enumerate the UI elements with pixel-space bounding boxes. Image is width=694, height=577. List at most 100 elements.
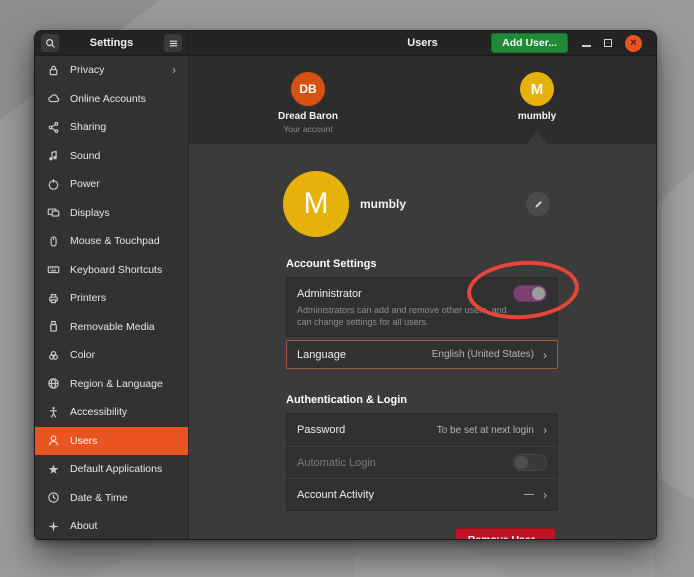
share-icon bbox=[47, 121, 60, 134]
sidebar-item-label: Default Applications bbox=[70, 463, 162, 475]
sidebar-item-label: Region & Language bbox=[70, 378, 163, 390]
sidebar-item-label: Power bbox=[70, 178, 100, 190]
account-activity-row[interactable]: Account Activity — › bbox=[287, 478, 557, 510]
sidebar-item-label: About bbox=[70, 520, 97, 532]
add-user-button[interactable]: Add User... bbox=[491, 33, 568, 53]
chevron-right-icon: › bbox=[172, 63, 176, 77]
sidebar-item-privacy[interactable]: Privacy › bbox=[35, 56, 188, 85]
remove-user-button[interactable]: Remove User... bbox=[455, 528, 556, 540]
sidebar-item-label: Accessibility bbox=[70, 406, 127, 418]
account-chip-mumbly[interactable]: M mumbly bbox=[477, 72, 597, 122]
password-label: Password bbox=[297, 424, 345, 436]
window-controls: × bbox=[582, 34, 642, 52]
account-activity-value: — bbox=[524, 489, 534, 500]
sidebar-item-region-language[interactable]: Region & Language bbox=[35, 370, 188, 399]
sidebar-item-users[interactable]: Users bbox=[35, 427, 188, 456]
app-title: Settings bbox=[90, 37, 133, 49]
edit-name-button[interactable] bbox=[526, 192, 550, 216]
password-row[interactable]: Password To be set at next login › bbox=[287, 414, 557, 446]
profile-avatar[interactable]: M bbox=[283, 171, 349, 237]
sidebar-item-label: Users bbox=[70, 435, 97, 447]
toggle-knob bbox=[532, 287, 545, 300]
users-panel: DB Dread Baron Your account M mumbly M m… bbox=[189, 56, 656, 540]
sidebar-item-default-applications[interactable]: Default Applications bbox=[35, 455, 188, 484]
sidebar-item-color[interactable]: Color bbox=[35, 341, 188, 370]
account-subtitle: Your account bbox=[248, 124, 368, 134]
auth-login-heading: Authentication & Login bbox=[286, 394, 558, 406]
minimize-icon bbox=[582, 45, 591, 47]
sidebar-item-label: Privacy bbox=[70, 64, 104, 76]
avatar: DB bbox=[291, 72, 325, 106]
clock-icon bbox=[47, 491, 60, 504]
profile-name: mumbly bbox=[360, 197, 406, 211]
administrator-description: Administrators can add and remove other … bbox=[297, 305, 507, 328]
account-name: Dread Baron bbox=[248, 111, 368, 122]
administrator-label: Administrator bbox=[297, 288, 362, 300]
sidebar-item-removable-media[interactable]: Removable Media bbox=[35, 313, 188, 342]
music-note-icon bbox=[47, 149, 60, 162]
selected-account-caret bbox=[526, 132, 548, 144]
sidebar-item-about[interactable]: About bbox=[35, 512, 188, 540]
sidebar-item-label: Sound bbox=[70, 150, 100, 162]
chevron-right-icon: › bbox=[543, 488, 547, 502]
avatar: M bbox=[520, 72, 554, 106]
search-button[interactable] bbox=[41, 34, 59, 52]
accessibility-icon bbox=[47, 406, 60, 419]
sidebar-item-printers[interactable]: Printers bbox=[35, 284, 188, 313]
user-icon bbox=[47, 434, 60, 447]
sidebar-item-label: Keyboard Shortcuts bbox=[70, 264, 162, 276]
user-selector-strip: DB Dread Baron Your account M mumbly bbox=[189, 56, 656, 144]
globe-icon bbox=[47, 377, 60, 390]
close-button[interactable]: × bbox=[625, 35, 642, 52]
sidebar-item-mouse-touchpad[interactable]: Mouse & Touchpad bbox=[35, 227, 188, 256]
sidebar-item-label: Online Accounts bbox=[70, 93, 146, 105]
automatic-login-label: Automatic Login bbox=[297, 457, 376, 469]
profile-row: M mumbly bbox=[283, 171, 558, 237]
language-row[interactable]: Language English (United States) › bbox=[286, 340, 558, 369]
settings-window: Settings Users Add User... × Privacy › bbox=[34, 30, 657, 540]
sidebar-item-power[interactable]: Power bbox=[35, 170, 188, 199]
sidebar-item-accessibility[interactable]: Accessibility bbox=[35, 398, 188, 427]
maximize-button[interactable] bbox=[604, 34, 612, 52]
sidebar-item-online-accounts[interactable]: Online Accounts bbox=[35, 85, 188, 114]
sidebar-item-date-time[interactable]: Date & Time bbox=[35, 484, 188, 513]
account-detail-panel: M mumbly Account Settings Administrator … bbox=[189, 144, 656, 540]
sidebar-item-label: Removable Media bbox=[70, 321, 155, 333]
mouse-icon bbox=[47, 235, 60, 248]
lock-icon bbox=[47, 64, 60, 77]
minimize-button[interactable] bbox=[582, 34, 591, 52]
hamburger-icon bbox=[168, 38, 179, 49]
power-icon bbox=[47, 178, 60, 191]
toggle-knob bbox=[515, 456, 528, 469]
keyboard-icon bbox=[47, 263, 60, 276]
menu-button[interactable] bbox=[164, 34, 182, 52]
sidebar-header: Settings bbox=[35, 31, 189, 55]
printer-icon bbox=[47, 292, 60, 305]
sidebar-item-sound[interactable]: Sound bbox=[35, 142, 188, 171]
administrator-row: Administrator Administrators can add and… bbox=[286, 277, 558, 337]
removable-media-icon bbox=[47, 320, 60, 333]
sidebar-item-label: Sharing bbox=[70, 121, 106, 133]
pencil-icon bbox=[533, 199, 544, 210]
cloud-icon bbox=[47, 92, 60, 105]
search-icon bbox=[45, 38, 56, 49]
sidebar-item-label: Mouse & Touchpad bbox=[70, 235, 160, 247]
sidebar-item-label: Displays bbox=[70, 207, 110, 219]
language-value: English (United States) bbox=[432, 349, 534, 360]
account-chip-dread-baron[interactable]: DB Dread Baron Your account bbox=[248, 72, 368, 134]
language-label: Language bbox=[297, 349, 346, 361]
sidebar-item-displays[interactable]: Displays bbox=[35, 199, 188, 228]
sidebar-item-label: Date & Time bbox=[70, 492, 128, 504]
star-icon bbox=[47, 463, 60, 476]
account-name: mumbly bbox=[477, 111, 597, 122]
titlebar: Settings Users Add User... × bbox=[35, 31, 656, 56]
password-value: To be set at next login bbox=[437, 425, 534, 436]
sidebar-item-sharing[interactable]: Sharing bbox=[35, 113, 188, 142]
administrator-toggle[interactable] bbox=[513, 285, 547, 302]
sidebar-item-keyboard-shortcuts[interactable]: Keyboard Shortcuts bbox=[35, 256, 188, 285]
automatic-login-toggle bbox=[513, 454, 547, 471]
sidebar-item-label: Printers bbox=[70, 292, 106, 304]
account-activity-label: Account Activity bbox=[297, 489, 374, 501]
display-icon bbox=[47, 206, 60, 219]
headerbar: Users Add User... × bbox=[189, 31, 656, 55]
